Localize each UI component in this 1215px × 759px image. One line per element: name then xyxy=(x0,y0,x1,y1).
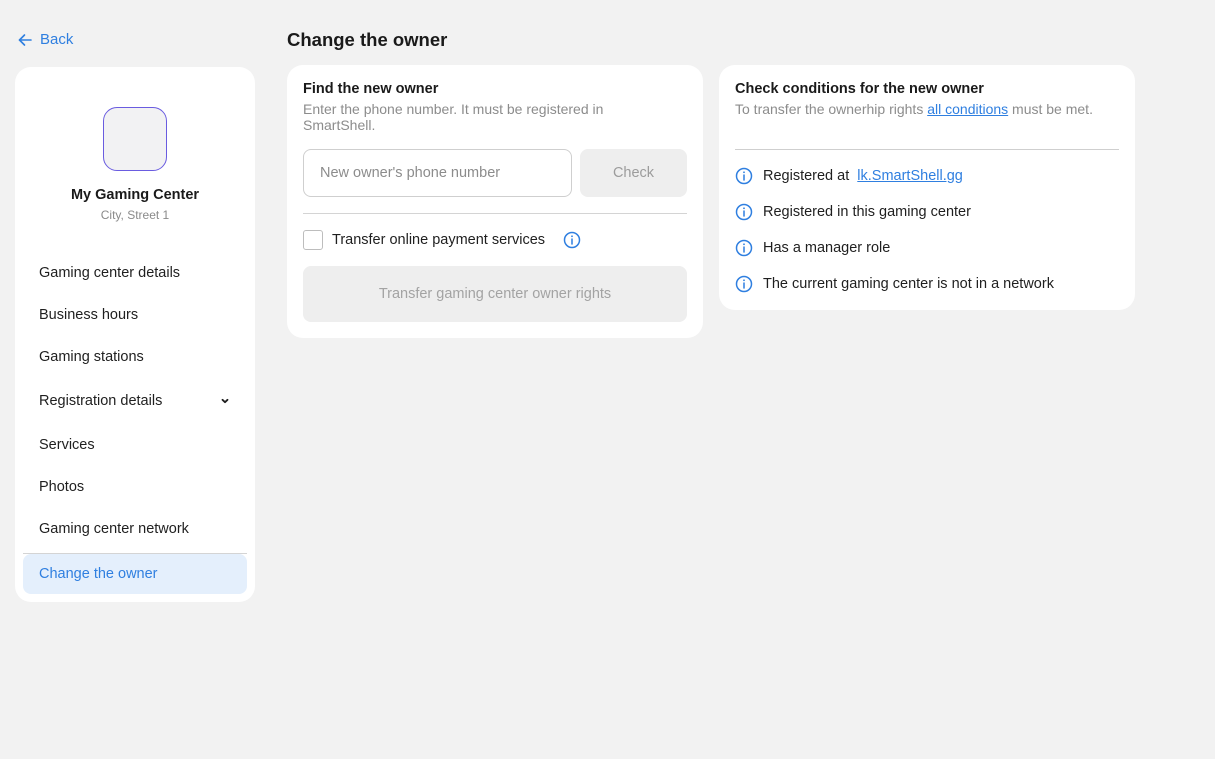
check-conditions-card: Check conditions for the new owner To tr… xyxy=(719,65,1135,310)
phone-number-input[interactable] xyxy=(303,149,572,197)
condition-item: The current gaming center is not in a ne… xyxy=(735,273,1054,295)
back-label: Back xyxy=(40,31,74,48)
sidebar-item-services[interactable]: Services xyxy=(23,425,247,465)
transfer-payment-label[interactable]: Transfer online payment services xyxy=(332,232,545,248)
sidebar-item-label: Gaming center details xyxy=(39,265,181,281)
sidebar-item-gaming-center-details[interactable]: Gaming center details xyxy=(23,253,247,293)
find-new-owner-card: Find the new owner Enter the phone numbe… xyxy=(287,65,703,338)
condition-text: The current gaming center is not in a ne… xyxy=(763,276,1054,292)
sidebar-item-registration-details[interactable]: Registration details xyxy=(23,381,247,421)
all-conditions-link[interactable]: all conditions xyxy=(927,101,1008,117)
sidebar-item-change-the-owner[interactable]: Change the owner xyxy=(23,554,247,594)
page-title: Change the owner xyxy=(287,29,448,50)
find-divider xyxy=(303,213,687,214)
sidebar: My Gaming Center City, Street 1 Gaming c… xyxy=(15,67,255,602)
arrow-left-icon xyxy=(18,33,32,46)
sidebar-item-label: Photos xyxy=(39,479,85,495)
condition-text: Has a manager role xyxy=(763,240,891,256)
subtitle-text: must be met. xyxy=(1008,101,1093,117)
transfer-owner-rights-button[interactable]: Transfer gaming center owner rights xyxy=(303,266,687,322)
check-button[interactable]: Check xyxy=(580,149,687,197)
condition-text: Registered at lk.SmartShell.gg xyxy=(763,168,963,184)
condition-item: Has a manager role xyxy=(735,237,890,259)
transfer-payment-row: Transfer online payment services xyxy=(303,230,581,250)
sidebar-item-label: Registration details xyxy=(39,393,163,409)
condition-text: Registered in this gaming center xyxy=(763,204,971,220)
smartshell-link[interactable]: lk.SmartShell.gg xyxy=(857,168,963,184)
sidebar-item-label: Gaming center network xyxy=(39,521,189,537)
sidebar-item-gaming-center-network[interactable]: Gaming center network xyxy=(23,509,247,549)
sidebar-item-label: Gaming stations xyxy=(39,349,144,365)
info-icon xyxy=(735,203,753,221)
check-divider xyxy=(735,149,1119,150)
chevron-down-icon xyxy=(221,398,229,404)
sidebar-item-business-hours[interactable]: Business hours xyxy=(23,295,247,335)
sidebar-item-gaming-stations[interactable]: Gaming stations xyxy=(23,337,247,377)
check-conditions-title: Check conditions for the new owner xyxy=(735,81,984,97)
check-conditions-subtitle: To transfer the ownerhip rights all cond… xyxy=(735,101,1095,117)
sidebar-item-photos[interactable]: Photos xyxy=(23,467,247,507)
info-icon xyxy=(735,239,753,257)
condition-label: Registered at xyxy=(763,168,854,184)
sidebar-item-label: Change the owner xyxy=(39,566,158,582)
sidebar-item-label: Business hours xyxy=(39,307,139,323)
back-link[interactable]: Back xyxy=(17,31,73,48)
gaming-center-address: City, Street 1 xyxy=(100,208,170,222)
condition-item: Registered at lk.SmartShell.gg xyxy=(735,165,963,187)
find-owner-subtitle: Enter the phone number. It must be regis… xyxy=(303,101,604,133)
gaming-center-name: My Gaming Center xyxy=(70,187,200,203)
sidebar-item-label: Services xyxy=(39,437,95,453)
subtitle-text: To transfer the ownerhip rights xyxy=(735,101,928,117)
avatar[interactable] xyxy=(103,107,167,171)
find-owner-title: Find the new owner xyxy=(303,81,439,97)
transfer-payment-checkbox[interactable] xyxy=(303,230,323,250)
info-icon xyxy=(735,275,753,293)
info-icon[interactable] xyxy=(563,231,581,249)
condition-item: Registered in this gaming center xyxy=(735,201,971,223)
info-icon xyxy=(735,167,753,185)
